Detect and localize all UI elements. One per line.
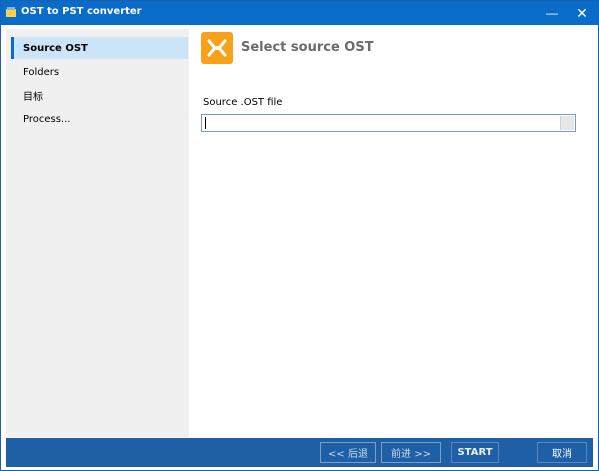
outlook-icon (201, 32, 233, 64)
sidebar-item-process[interactable]: Process... (11, 108, 188, 130)
page-title: Select source OST (241, 40, 374, 55)
sidebar-item-label: Folders (23, 66, 60, 78)
text-caret (205, 117, 206, 129)
sidebar-item-label: Process... (23, 113, 71, 125)
next-button[interactable]: 前进 >> (381, 442, 441, 463)
wizard-footer: << 后退 前进 >> START 取消 (6, 438, 593, 467)
browse-button[interactable] (560, 116, 574, 130)
app-window: OST to PST converter — ✕ Source OST Fold… (0, 0, 599, 471)
sidebar-item-label: 目标 (23, 91, 43, 103)
title-bar: OST to PST converter — ✕ (1, 1, 598, 25)
start-button[interactable]: START (451, 442, 499, 463)
close-icon[interactable]: ✕ (567, 1, 597, 25)
sidebar-item-folders[interactable]: Folders (11, 61, 188, 83)
sidebar-item-label: Source OST (23, 42, 88, 54)
window-title: OST to PST converter (21, 6, 142, 17)
source-file-label: Source .OST file (203, 97, 283, 108)
wizard-sidebar: Source OST Folders 目标 Process... (6, 29, 189, 437)
minimize-icon[interactable]: — (537, 1, 567, 25)
sidebar-item-source-ost[interactable]: Source OST (11, 37, 188, 59)
source-file-input[interactable] (201, 114, 576, 132)
outlook-icon-glyph (207, 39, 227, 57)
sidebar-item-target[interactable]: 目标 (11, 84, 188, 106)
main-panel: Select source OST Source .OST file (189, 29, 593, 437)
cancel-button[interactable]: 取消 (537, 442, 587, 463)
back-button[interactable]: << 后退 (320, 442, 376, 463)
app-icon (6, 7, 16, 17)
